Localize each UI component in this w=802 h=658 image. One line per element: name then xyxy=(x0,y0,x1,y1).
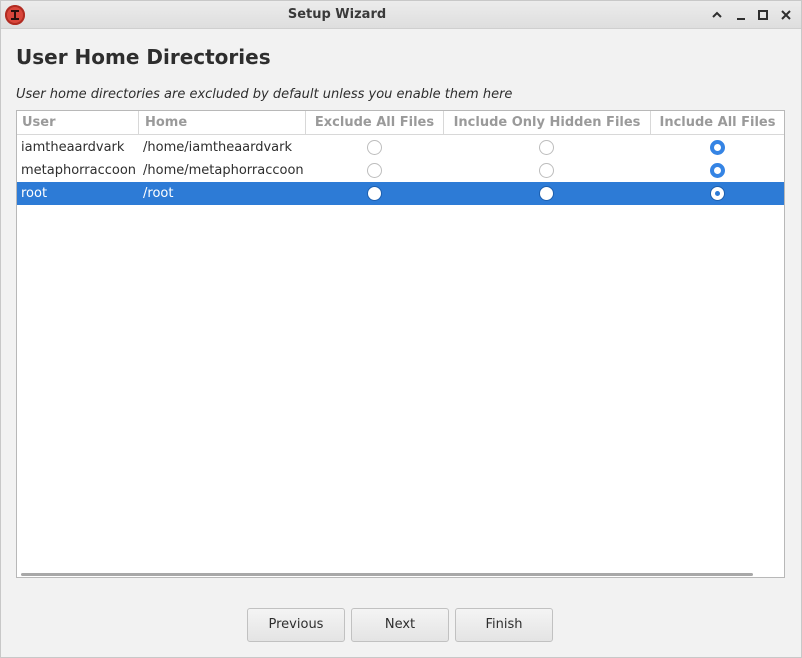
include-all-radio[interactable] xyxy=(710,140,725,155)
home-directories-table: User Home Exclude All Files Include Only… xyxy=(16,110,785,578)
include-all-radio[interactable] xyxy=(710,163,725,178)
exclude-all-radio[interactable] xyxy=(367,140,382,155)
home-cell: /root xyxy=(143,186,174,201)
column-header-include-all[interactable]: Include All Files xyxy=(651,111,784,135)
include-all-radio[interactable] xyxy=(710,186,725,201)
setup-wizard-window: Setup Wizard User Home Directories User … xyxy=(0,0,802,658)
column-header-home[interactable]: Home xyxy=(139,111,306,135)
column-header-include-hidden[interactable]: Include Only Hidden Files xyxy=(444,111,651,135)
page-heading: User Home Directories xyxy=(16,45,271,69)
user-cell: iamtheaardvark xyxy=(21,140,125,155)
next-button[interactable]: Next xyxy=(351,608,449,642)
user-cell: root xyxy=(21,186,48,201)
exclude-all-radio[interactable] xyxy=(367,163,382,178)
close-window-icon[interactable] xyxy=(777,6,795,24)
table-row[interactable]: iamtheaardvark /home/iamtheaardvark xyxy=(17,136,784,159)
minimize-window-icon[interactable] xyxy=(732,6,750,24)
previous-button[interactable]: Previous xyxy=(247,608,345,642)
maximize-window-icon[interactable] xyxy=(754,6,772,24)
home-cell: /home/iamtheaardvark xyxy=(143,140,293,155)
window-title: Setup Wizard xyxy=(287,7,387,22)
column-header-user[interactable]: User xyxy=(17,111,139,135)
include-hidden-radio[interactable] xyxy=(539,140,554,155)
table-row-selected[interactable]: root /root xyxy=(17,182,784,205)
column-header-exclude-all[interactable]: Exclude All Files xyxy=(306,111,444,135)
home-cell: /home/metaphorraccoon xyxy=(143,163,304,178)
exclude-all-radio[interactable] xyxy=(367,186,382,201)
table-header: User Home Exclude All Files Include Only… xyxy=(17,111,784,135)
collapse-window-icon[interactable] xyxy=(708,6,726,24)
user-cell: metaphorraccoon xyxy=(21,163,137,178)
include-hidden-radio[interactable] xyxy=(539,186,554,201)
include-hidden-radio[interactable] xyxy=(539,163,554,178)
finish-button[interactable]: Finish xyxy=(455,608,553,642)
page-description: User home directories are excluded by de… xyxy=(16,87,513,102)
table-row[interactable]: metaphorraccoon /home/metaphorraccoon xyxy=(17,159,784,182)
title-bar[interactable]: Setup Wizard xyxy=(1,1,801,29)
horizontal-scrollbar[interactable] xyxy=(21,573,753,576)
